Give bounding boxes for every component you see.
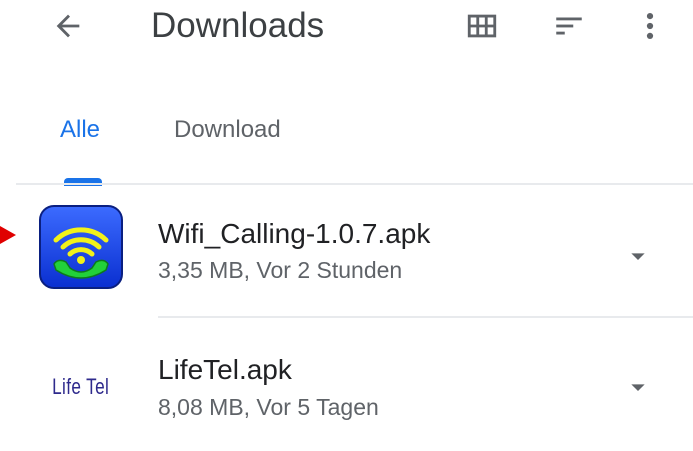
tab-download[interactable]: Download	[174, 112, 281, 148]
expand-button[interactable]	[618, 236, 658, 276]
app-bar: Downloads	[0, 0, 693, 60]
logo-text: Life Tel	[52, 374, 110, 399]
file-meta: 8,08 MB, Vor 5 Tagen	[158, 394, 379, 420]
sort-button[interactable]	[547, 6, 591, 46]
grid-view-icon	[467, 14, 497, 38]
file-row-wifi-calling[interactable]: Wifi_Calling-1.0.7.apk 3,35 MB, Vor 2 St…	[0, 196, 693, 312]
file-meta: 3,35 MB, Vor 2 Stunden	[158, 257, 403, 283]
downloads-screen: Downloads Alle Download Wifi_Calling-1.0…	[0, 0, 693, 451]
page-title: Downloads	[151, 6, 325, 45]
lifetel-logo-icon: Life Tel	[36, 342, 126, 432]
back-button[interactable]	[46, 6, 90, 46]
filter-tabs: Alle Download	[0, 96, 693, 186]
more-vert-icon	[646, 12, 654, 40]
grid-view-button[interactable]	[460, 6, 504, 46]
file-name: LifeTel.apk	[158, 354, 292, 385]
arrow-drop-down-icon	[631, 253, 645, 260]
file-name: Wifi_Calling-1.0.7.apk	[158, 218, 431, 249]
tab-all[interactable]: Alle	[60, 112, 100, 148]
arrow-back-icon	[56, 14, 80, 38]
more-options-button[interactable]	[628, 4, 672, 48]
file-row-lifetel[interactable]: Life Tel LifeTel.apk 8,08 MB, Vor 5 Tage…	[0, 336, 693, 451]
tabs-divider	[16, 183, 693, 185]
wifi-calling-app-icon	[39, 205, 123, 289]
arrow-drop-down-icon	[631, 384, 645, 391]
expand-button[interactable]	[618, 367, 658, 407]
list-divider	[158, 316, 693, 318]
sort-icon	[556, 17, 582, 35]
